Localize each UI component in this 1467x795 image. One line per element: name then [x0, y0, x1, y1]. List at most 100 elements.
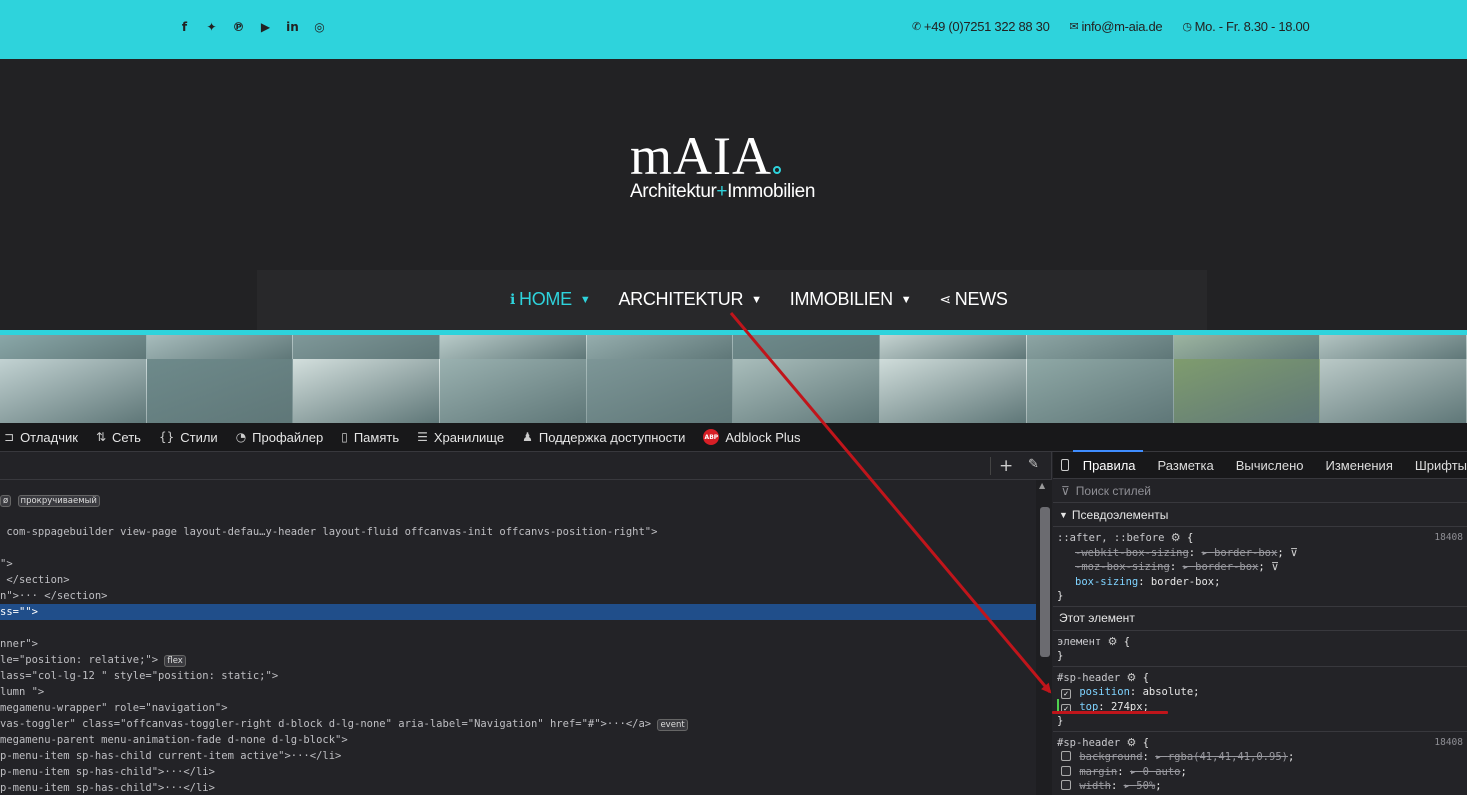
markup-tree-line[interactable]: com-sppagebuilder view-page layout-defau…: [0, 524, 1036, 540]
expand-arrow-icon[interactable]: ▸: [1130, 766, 1143, 778]
devtools-tab-label: Стили: [180, 429, 218, 445]
markup-tree-line[interactable]: [0, 540, 1036, 556]
css-declaration: width: ▸ 50%;: [1057, 779, 1463, 794]
devtools-tab-4[interactable]: ▯ Память: [341, 430, 399, 445]
devtools-tab-5[interactable]: ☰ Хранилище: [417, 430, 504, 445]
markup-tree-line[interactable]: lass="col-lg-12 " style="position: stati…: [0, 668, 1036, 684]
adblock-icon: ABP: [703, 429, 720, 445]
expand-arrow-icon[interactable]: ▸: [1155, 751, 1168, 763]
site-logo[interactable]: mAIA Architektur+Immobilien: [630, 129, 835, 203]
devtools-tab-6[interactable]: ♟ Поддержка доступности: [522, 430, 685, 445]
markup-tree-line[interactable]: vas-toggler" class="offcanvas-toggler-ri…: [0, 716, 1036, 732]
rule-selector: #sp-header: [1057, 736, 1121, 749]
markup-tree-line[interactable]: le="position: relative;"> flex: [0, 652, 1036, 668]
nav-item-immobilien[interactable]: IMMOBILIEN ▼: [790, 289, 912, 310]
gear-icon[interactable]: ⚙: [1127, 671, 1137, 684]
markup-tree-line[interactable]: megamenu-parent menu-animation-fade d-no…: [0, 732, 1036, 748]
markup-tree-line[interactable]: lumn ">: [0, 684, 1036, 700]
rule-source-link[interactable]: 18408: [1434, 736, 1463, 751]
sidebar-toggle-icon[interactable]: [1061, 459, 1069, 471]
markup-tree-line[interactable]: </section>: [0, 572, 1036, 588]
banner-tile: [586, 359, 734, 423]
markup-tree-line[interactable]: nner">: [0, 636, 1036, 652]
markup-text: megamenu-wrapper" role="navigation">: [0, 702, 228, 714]
expand-arrow-icon[interactable]: ▸: [1124, 780, 1137, 792]
flex-badge[interactable]: flex: [164, 655, 186, 667]
eyedropper-icon[interactable]: ✎: [1028, 457, 1039, 472]
banner-tile: [1320, 359, 1467, 423]
instagram-icon[interactable]: ◎: [311, 18, 328, 36]
element-rule: элемент ⚙ { }: [1053, 631, 1467, 667]
envelope-icon: ✉: [1069, 20, 1079, 33]
twitter-icon[interactable]: ✦: [203, 18, 220, 36]
facebook-icon[interactable]: f: [176, 18, 193, 36]
gear-icon[interactable]: ⚙: [1127, 736, 1137, 749]
devtools-tab-2[interactable]: {} Стили: [159, 430, 218, 445]
rules-tab-0[interactable]: Правила: [1072, 449, 1143, 473]
markup-text: lumn ">: [0, 686, 45, 698]
expand-arrow-icon[interactable]: ▸: [1201, 547, 1214, 559]
logo-dot-icon: [772, 166, 781, 174]
banner-tile: [146, 359, 294, 423]
email-contact[interactable]: ✉ info@m-aia.de: [1070, 19, 1163, 34]
pinterest-icon[interactable]: ℗: [230, 18, 247, 36]
main-nav-items: ℹ HOME ▼ ARCHITEKTUR ▼ IMMOBILIEN ▼ ⋖ NEWS: [510, 289, 1008, 310]
pseudo-elements-header[interactable]: ▼ Псевдоэлементы: [1053, 503, 1467, 527]
add-node-icon[interactable]: +: [999, 456, 1013, 476]
declaration-checkbox[interactable]: [1061, 751, 1071, 761]
declaration-checkbox[interactable]: [1061, 765, 1071, 776]
markup-tree-line[interactable]: ø прокручиваемый: [0, 492, 1036, 508]
filter-funnel-icon[interactable]: ⊽: [1271, 560, 1279, 573]
markup-tree-line[interactable]: [0, 508, 1036, 524]
node-badge[interactable]: ø: [0, 495, 12, 507]
property-value: absolute: [1142, 686, 1194, 698]
logo-wordmark: mAIA: [630, 129, 835, 183]
phone-contact[interactable]: ✆ +49 (0)7251 322 88 30: [912, 19, 1050, 34]
toolbar-separator: [990, 457, 991, 475]
declaration-checkbox[interactable]: [1061, 780, 1071, 790]
linkedin-icon[interactable]: in: [284, 18, 301, 36]
devtools-tab-0[interactable]: ⊐ Отладчик: [4, 430, 78, 445]
scrollable-badge[interactable]: прокручиваемый: [17, 495, 100, 507]
rules-tab-4[interactable]: Шрифты: [1415, 458, 1467, 473]
banner-tile: [0, 335, 147, 359]
devtools-tab-label: Отладчик: [20, 429, 78, 445]
markup-tree-line[interactable]: megamenu-wrapper" role="navigation">: [0, 700, 1036, 716]
nav-item-architektur[interactable]: ARCHITEKTUR ▼: [618, 289, 762, 310]
devtools-tab-3[interactable]: ◔ Профайлер: [236, 430, 324, 445]
markup-text: </section>: [0, 574, 70, 586]
nav-item-home[interactable]: ℹ HOME ▼: [510, 289, 591, 310]
expand-arrow-icon[interactable]: ▸: [1182, 561, 1195, 573]
markup-tree-line[interactable]: p-menu-item sp-has-child current-item ac…: [0, 748, 1036, 764]
rules-tab-1[interactable]: Разметка: [1158, 458, 1214, 473]
gear-icon[interactable]: ⚙: [1108, 635, 1118, 648]
inspector-scroll-thumb[interactable]: [1040, 507, 1050, 657]
style-filter[interactable]: ⊽ Поиск стилей: [1053, 479, 1467, 503]
markup-tree-line[interactable]: ">: [0, 556, 1036, 572]
nav-item-news[interactable]: ⋖ NEWS: [939, 289, 1008, 310]
property-name: -webkit-box-sizing: [1075, 546, 1189, 559]
filter-funnel-icon[interactable]: ⊽: [1290, 546, 1298, 559]
rules-pane: Правила Разметка Вычислено Изменения Шрифты …: [1053, 449, 1467, 795]
chevron-down-icon: ▼: [579, 293, 591, 306]
event-badge[interactable]: event: [657, 719, 688, 731]
youtube-icon[interactable]: ▶: [257, 18, 274, 36]
banner-tile: [1320, 335, 1467, 359]
markup-tree-line[interactable]: ss="">: [0, 604, 1036, 620]
rules-tab-3[interactable]: Изменения: [1326, 458, 1393, 473]
rules-tab-2[interactable]: Вычислено: [1236, 458, 1304, 473]
devtools-tab-1[interactable]: ⇅ Сеть: [96, 430, 141, 445]
hours-text: Mo. - Fr. 8.30 - 18.00: [1194, 19, 1310, 34]
rule-source-link[interactable]: 18408: [1434, 531, 1463, 546]
declaration-checkbox[interactable]: ✓: [1061, 689, 1071, 699]
markup-tree-line[interactable]: n">··· </section>: [0, 588, 1036, 604]
markup-text: megamenu-parent menu-animation-fade d-no…: [0, 734, 348, 746]
markup-tree-line[interactable]: [0, 620, 1036, 636]
markup-tree-line[interactable]: p-menu-item sp-has-child">···</li>: [0, 764, 1036, 780]
markup-tree-line[interactable]: p-menu-item sp-has-child">···</li>: [0, 780, 1036, 795]
scroll-up-icon[interactable]: ▲: [1039, 481, 1045, 490]
property-name: margin: [1079, 765, 1118, 778]
sp-header-rule-2: #sp-header ⚙ {18408 background: ▸ rgba(4…: [1057, 735, 1463, 795]
gear-icon[interactable]: ⚙: [1171, 531, 1181, 544]
devtools-tab-7[interactable]: ABP Adblock Plus: [703, 429, 801, 445]
